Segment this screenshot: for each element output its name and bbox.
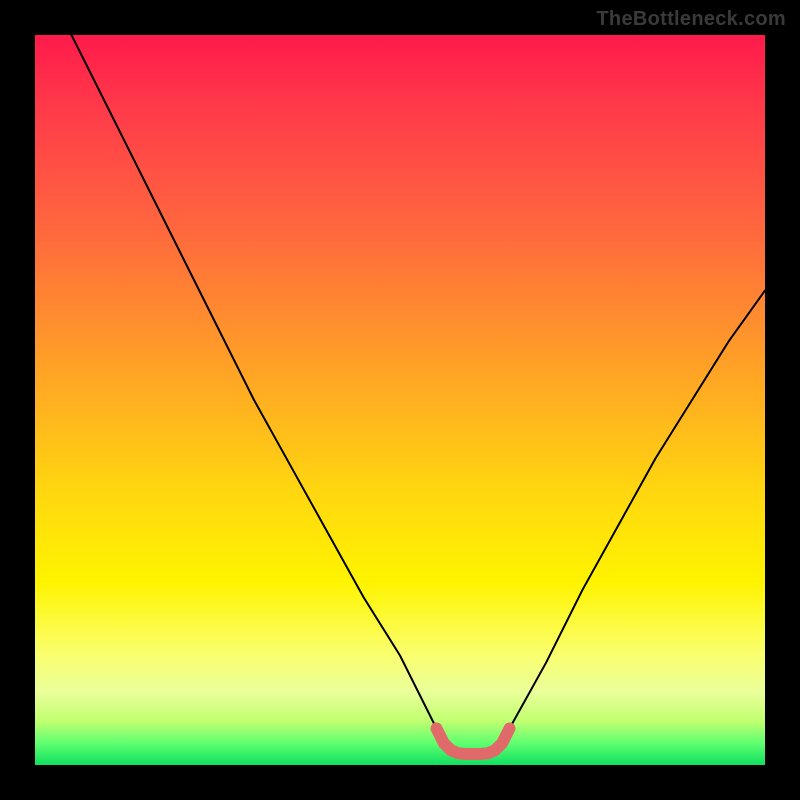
plot-svg (35, 35, 765, 765)
plot-area (35, 35, 765, 765)
optimal-zone-marker (437, 729, 510, 755)
chart-frame: TheBottleneck.com (0, 0, 800, 800)
bottleneck-curve (72, 35, 766, 754)
watermark-text: TheBottleneck.com (596, 8, 786, 31)
